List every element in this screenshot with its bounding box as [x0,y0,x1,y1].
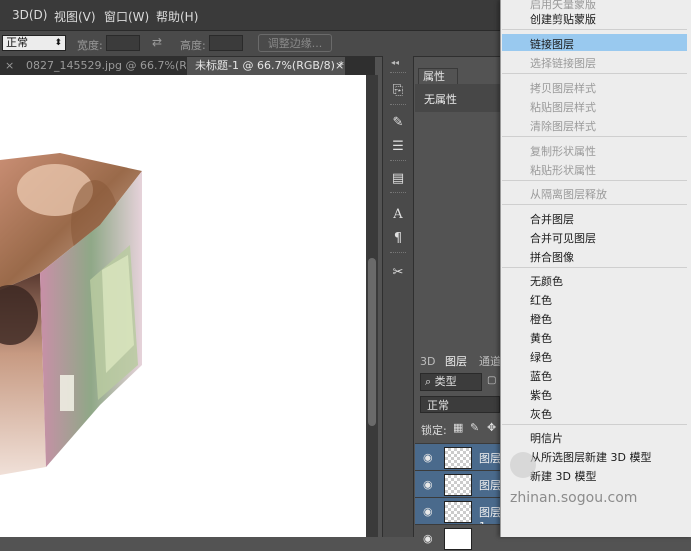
menu-item-merge-visible[interactable]: 合并可见图层 [530,230,596,246]
lock-transparent-icon[interactable]: ▦ [453,421,463,434]
layer-thumbnail [444,474,472,496]
panel-grip[interactable] [390,160,406,163]
tab-channels[interactable]: 通道 [479,355,501,369]
layer-row[interactable]: ◉ 图层 1 [415,497,501,533]
panel-grip[interactable] [390,104,406,107]
layer-thumbnail [444,528,472,550]
menu-item-select-linked-layers[interactable]: 选择链接图层 [530,55,596,71]
height-field[interactable] [209,35,243,51]
layer-row[interactable]: ◉ 图层 [415,443,501,470]
menu-item-flatten-image[interactable]: 拼合图像 [530,249,574,265]
menu-item-violet[interactable]: 紫色 [530,387,552,403]
document-canvas[interactable] [0,75,366,537]
layer-row[interactable]: ◉ [415,524,501,551]
tab-photo[interactable]: × 0827_145529.jpg @ 66.7%(R... [0,57,186,75]
menu-separator [502,180,687,181]
menu-item-green[interactable]: 绿色 [530,349,552,365]
menu-separator [502,267,687,268]
lock-label: 锁定: [421,424,447,437]
layer-filter-select[interactable]: ⌕ 类型 [420,373,482,391]
tab-untitled-label: 未标题-1 @ 66.7%(RGB/8) * [195,59,344,72]
scrollbar-thumb[interactable] [368,258,376,426]
layer-name[interactable]: 图层 [479,477,501,493]
eye-icon[interactable]: ◉ [423,532,433,545]
menu-item-yellow[interactable]: 黄色 [530,330,552,346]
close-icon[interactable]: × [335,57,344,75]
menu-item-merge-layers[interactable]: 合并图层 [530,211,574,227]
layer-filter-value: 类型 [434,375,457,388]
menu-help[interactable]: 帮助(H) [156,8,198,25]
search-icon: ⌕ [425,375,432,388]
layer-thumbnail [444,501,472,523]
close-icon[interactable]: × [5,57,14,75]
blend-mode-value: 正常 [6,36,28,49]
eye-icon[interactable]: ◉ [423,505,433,518]
menu-item-new-3d-from-layer[interactable]: 从所选图层新建 3D 模型 [530,449,651,465]
menu-item-paste-layer-style[interactable]: 粘贴图层样式 [530,99,596,115]
chevron-updown-icon: ⬍ [54,38,62,48]
menu-view[interactable]: 视图(V) [54,8,96,25]
menu-item-no-color[interactable]: 无颜色 [530,273,563,289]
history-icon[interactable]: ⎘ [389,82,407,100]
tab-untitled[interactable]: 未标题-1 @ 66.7%(RGB/8) * × [187,57,345,75]
menu-item-postcard[interactable]: 明信片 [530,430,563,446]
panel-tool-strip: ◂◂ ⎘ ✎ ☰ ▤ A ¶ ✂ [382,56,414,537]
paragraph-icon[interactable]: ¶ [389,230,407,248]
layer-row[interactable]: ◉ 图层 [415,470,501,497]
menu-item-orange[interactable]: 橙色 [530,311,552,327]
layer-blend-select[interactable]: 正常 [420,396,500,413]
brush-icon[interactable]: ✎ [389,114,407,132]
adjustments-icon[interactable]: ☰ [389,138,407,156]
menu-item-link-layers[interactable]: 链接图层 [530,36,574,52]
character-icon[interactable]: A [389,206,407,224]
eye-icon[interactable]: ◉ [423,451,433,464]
width-label: 宽度: [77,39,103,52]
collapse-arrows-icon[interactable]: ◂◂ [391,58,399,67]
panel-grip[interactable] [390,72,406,75]
menu-item-clear-layer-style[interactable]: 清除图层样式 [530,118,596,134]
sogou-logo-icon [510,452,536,478]
menu-item-paste-shape-attributes[interactable]: 粘贴形状属性 [530,162,596,178]
menu-window[interactable]: 窗口(W) [104,8,149,25]
swap-icon[interactable]: ⇄ [152,35,162,49]
no-properties-label: 无属性 [424,93,457,106]
menu-separator [502,29,687,30]
lock-move-icon[interactable]: ✥ [487,421,496,434]
width-field[interactable] [106,35,140,51]
menu-item-create-clipping-mask[interactable]: 创建剪贴蒙版 [530,11,596,27]
clone-source-icon[interactable]: ▤ [389,170,407,188]
menu-item-copy-layer-style[interactable]: 拷贝图层样式 [530,80,596,96]
properties-header: 无属性 [415,84,501,112]
tab-layers[interactable]: 图层 [445,355,467,369]
menu-separator [502,424,687,425]
menu-item-new-3d-model[interactable]: 新建 3D 模型 [530,468,596,484]
photo-cube-image [0,153,142,475]
document-tab-bar: × 0827_145529.jpg @ 66.7%(R... 未标题-1 @ 6… [0,57,375,75]
layer-name[interactable]: 图层 [479,450,501,466]
menu-separator [502,136,687,137]
menu-item-gray[interactable]: 灰色 [530,406,552,422]
image-filter-icon[interactable]: ▢ [487,375,496,386]
height-label: 高度: [180,39,206,52]
panel-grip[interactable] [390,252,406,255]
menu-separator [502,73,687,74]
menu-3d[interactable]: 3D(D) [12,8,47,22]
tab-photo-label: 0827_145529.jpg @ 66.7%(R... [26,59,186,72]
panel-grip[interactable] [390,192,406,195]
menu-item-blue[interactable]: 蓝色 [530,368,552,384]
eye-icon[interactable]: ◉ [423,478,433,491]
tools-icon[interactable]: ✂ [389,264,407,282]
tab-3d[interactable]: 3D [420,355,435,369]
menu-item-release-from-isolation[interactable]: 从隔离图层释放 [530,186,607,202]
blend-mode-select[interactable]: 正常 ⬍ [2,35,66,51]
tab-properties[interactable]: 属性 [418,68,458,85]
watermark-text: zhinan.sogou.com [510,490,638,506]
layer-thumbnail [444,447,472,469]
menu-item-copy-shape-attributes[interactable]: 复制形状属性 [530,143,596,159]
lock-paint-icon[interactable]: ✎ [470,421,479,434]
refine-edge-button[interactable]: 调整边缘... [258,34,332,52]
menu-item-red[interactable]: 红色 [530,292,552,308]
menu-separator [502,204,687,205]
